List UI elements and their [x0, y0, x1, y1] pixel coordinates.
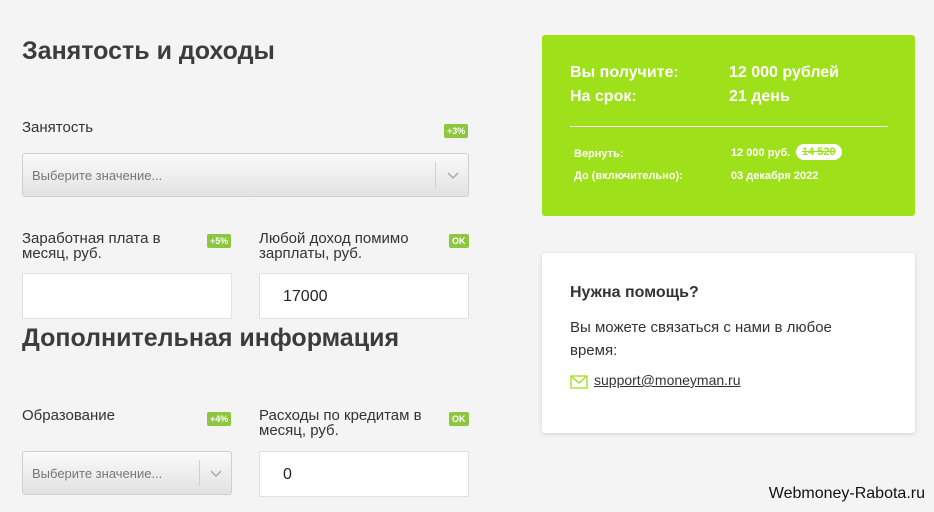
receive-value: 12 000 рублей [729, 64, 840, 81]
salary-input[interactable] [22, 273, 232, 319]
employment-label: Занятость [22, 119, 94, 136]
employment-section-title: Занятость и доходы [22, 37, 275, 65]
select-divider [199, 460, 200, 486]
chevron-down-icon [447, 172, 459, 180]
salary-label: Заработная плата в месяц, руб. [22, 230, 161, 262]
loan-summary-card: Вы получите: 12 000 рублей На срок: 21 д… [542, 35, 915, 216]
term-value: 21 день [729, 88, 790, 105]
select-divider [435, 162, 436, 188]
support-email-link[interactable]: support@moneyman.ru [594, 372, 741, 388]
return-label: Вернуть: [574, 148, 624, 160]
other-income-input[interactable]: 17000 [259, 273, 469, 319]
education-select[interactable]: Выберите значение... [22, 451, 232, 495]
employment-select[interactable]: Выберите значение... [22, 153, 469, 197]
employment-badge: +3% [444, 124, 469, 138]
receive-label: Вы получите: [570, 64, 679, 81]
envelope-icon [570, 375, 588, 389]
education-badge: +4% [207, 412, 232, 426]
due-label: До (включительно): [574, 170, 683, 182]
term-label: На срок: [570, 88, 637, 105]
loan-expenses-input-value: 0 [283, 466, 292, 483]
due-value: 03 декабря 2022 [731, 170, 819, 182]
other-income-input-value: 17000 [283, 288, 328, 305]
help-title: Нужна помощь? [570, 284, 699, 301]
education-label: Образование [22, 407, 115, 424]
return-old-value: 14 520 [796, 144, 842, 160]
help-text: Вы можете связаться с нами в любое время… [570, 319, 832, 359]
other-income-label: Любой доход помимо зарплаты, руб. [259, 230, 409, 262]
return-value: 12 000 руб. [731, 147, 791, 159]
education-select-placeholder: Выберите значение... [32, 466, 163, 481]
additional-section-title: Дополнительная информация [22, 324, 400, 352]
employment-select-placeholder: Выберите значение... [32, 168, 163, 183]
help-card: Нужна помощь? Вы можете связаться с нами… [542, 253, 915, 433]
summary-divider [570, 126, 888, 127]
watermark: Webmoney-Rabota.ru [768, 485, 925, 502]
loan-expenses-label: Расходы по кредитам в месяц, руб. [259, 407, 422, 439]
chevron-down-icon [210, 470, 222, 478]
loan-expenses-badge: OK [449, 412, 469, 426]
loan-expenses-input[interactable]: 0 [259, 451, 469, 497]
salary-badge: +5% [207, 234, 232, 248]
other-income-badge: OK [449, 234, 469, 248]
